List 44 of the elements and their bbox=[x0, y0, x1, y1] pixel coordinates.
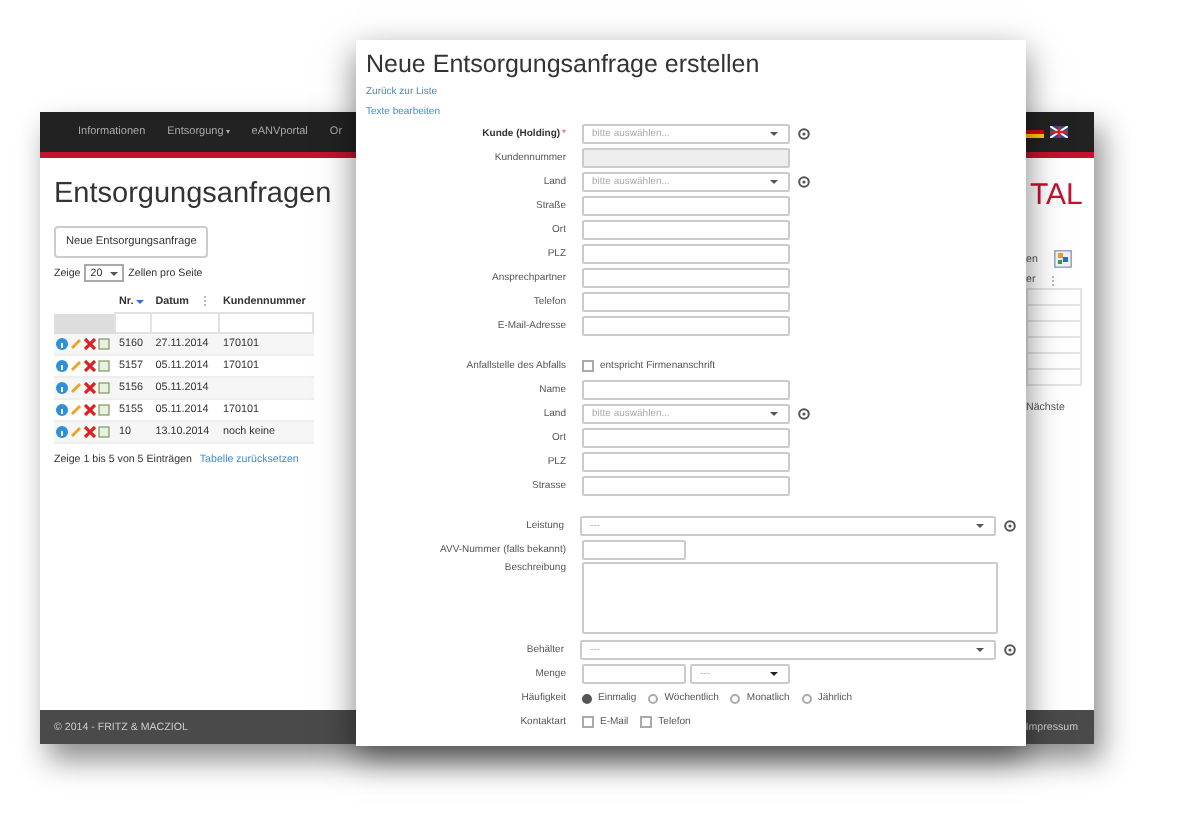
input-field[interactable] bbox=[582, 540, 686, 560]
input-field[interactable] bbox=[582, 452, 790, 472]
info-icon[interactable] bbox=[56, 359, 68, 371]
help-icon[interactable] bbox=[1004, 520, 1016, 532]
info-icon[interactable] bbox=[56, 381, 68, 393]
input-field[interactable] bbox=[582, 268, 790, 288]
help-icon[interactable] bbox=[798, 176, 810, 188]
page-title: Entsorgungsanfragen bbox=[54, 178, 334, 210]
help-icon[interactable] bbox=[798, 128, 810, 140]
help-icon[interactable] bbox=[798, 408, 810, 420]
radio-button[interactable] bbox=[648, 693, 659, 703]
checkbox[interactable] bbox=[582, 360, 594, 372]
delete-icon[interactable] bbox=[84, 381, 96, 393]
british-flag-icon[interactable] bbox=[1050, 126, 1068, 138]
input-field[interactable] bbox=[582, 476, 790, 496]
info-icon[interactable] bbox=[56, 403, 68, 415]
input-field[interactable] bbox=[582, 380, 790, 400]
radio-button[interactable] bbox=[730, 693, 741, 703]
puzzle-icon[interactable] bbox=[1053, 250, 1072, 268]
delete-icon[interactable] bbox=[84, 403, 96, 415]
input-field[interactable] bbox=[582, 292, 790, 312]
table-cell bbox=[1026, 288, 1082, 306]
input-field[interactable] bbox=[582, 428, 790, 448]
info-icon[interactable] bbox=[56, 425, 68, 437]
help-icon[interactable] bbox=[1004, 644, 1016, 656]
input-field[interactable] bbox=[582, 220, 790, 240]
text-area[interactable] bbox=[582, 562, 998, 634]
info-icon[interactable] bbox=[56, 337, 68, 349]
sort-icon[interactable] bbox=[1051, 275, 1058, 285]
checkbox[interactable] bbox=[640, 716, 653, 728]
form-title: Neue Entsorgungsanfrage erstellen bbox=[366, 50, 762, 78]
brand-text: TAL bbox=[1030, 178, 1085, 216]
input-field[interactable] bbox=[582, 244, 790, 264]
delete-icon[interactable] bbox=[84, 337, 96, 349]
sort-arrow-icon[interactable] bbox=[135, 300, 144, 304]
input-field[interactable] bbox=[582, 196, 790, 216]
checkbox[interactable] bbox=[582, 716, 594, 728]
input-field[interactable] bbox=[582, 316, 790, 336]
delete-icon[interactable] bbox=[84, 425, 96, 437]
radio-button[interactable] bbox=[801, 693, 812, 703]
delete-icon[interactable] bbox=[84, 359, 96, 371]
input-field[interactable] bbox=[582, 664, 686, 684]
german-flag-icon[interactable] bbox=[1026, 126, 1044, 138]
radio-button[interactable] bbox=[582, 693, 592, 703]
